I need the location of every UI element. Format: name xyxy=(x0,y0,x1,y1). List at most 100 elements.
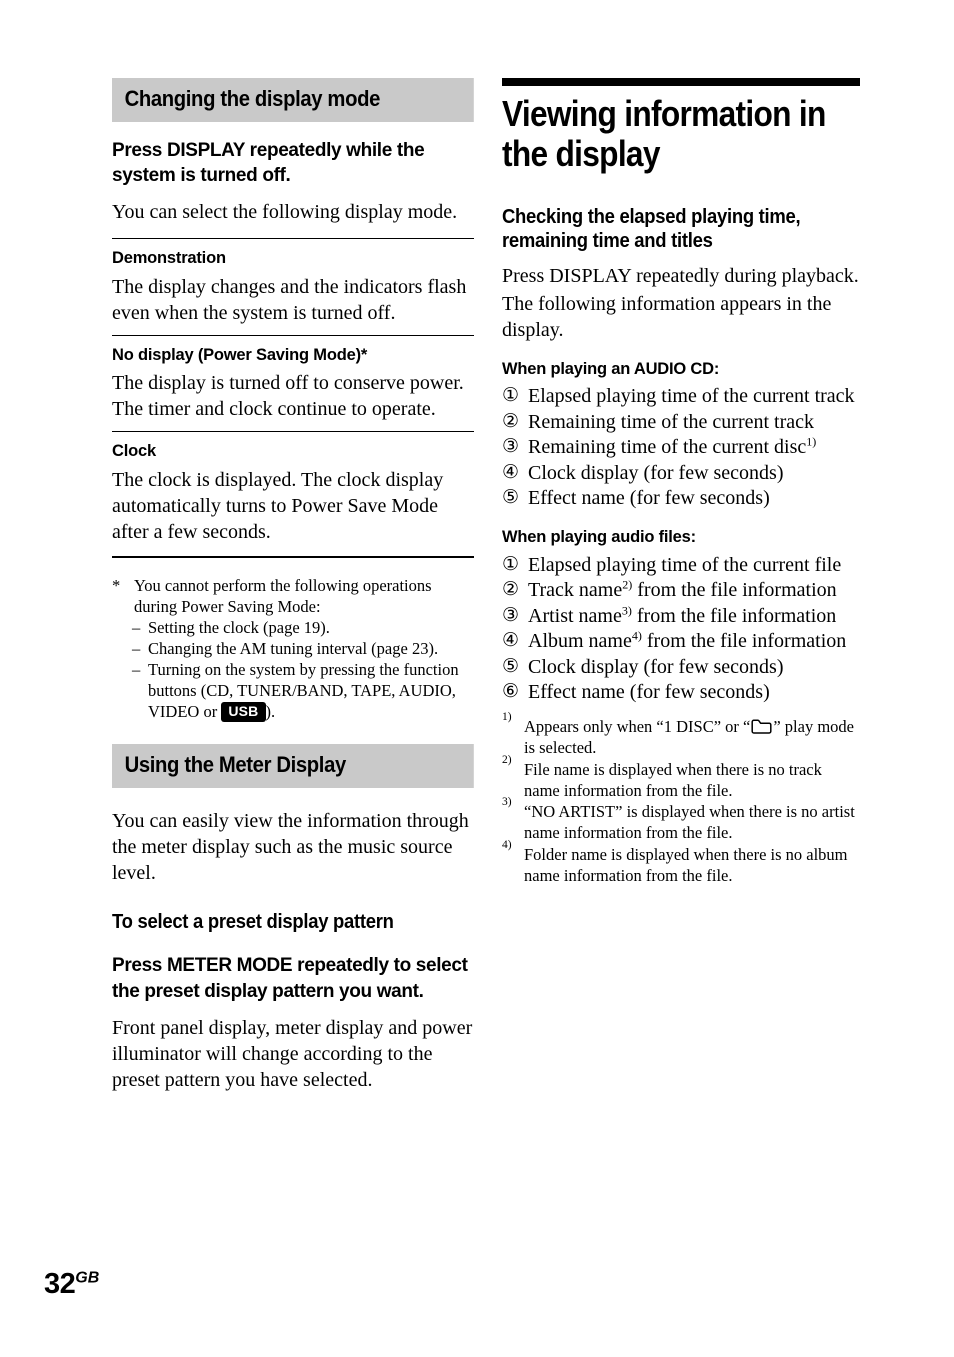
footnote: 3) “NO ARTIST” is displayed when there i… xyxy=(502,796,855,843)
circled-number: ③ xyxy=(502,435,520,458)
list-item-text: Track name xyxy=(528,579,623,602)
page-title: Viewing information in the display xyxy=(502,93,826,175)
mode-name-clock: Clock xyxy=(112,442,156,461)
instruction-press-meter-mode: Press METER MODE repeatedly to select th… xyxy=(112,955,468,1002)
section-header-changing-display-mode: Changing the display mode xyxy=(112,78,474,122)
list-item: ④ Album name4) from the file information xyxy=(502,629,860,653)
list-item-text: Artist name xyxy=(528,604,622,627)
title-rule xyxy=(502,78,860,86)
heading-when-playing-audio-cd: When playing an AUDIO CD: xyxy=(502,359,720,378)
list-item-text-after: from the file information xyxy=(631,604,837,627)
divider-rule xyxy=(112,334,474,336)
circled-number: ④ xyxy=(502,629,520,652)
list-item-text: Clock display (for few seconds) xyxy=(528,655,784,678)
footnote-item-text: Turning on the system by pressing the fu… xyxy=(148,660,459,721)
footnote-reference: 4) xyxy=(631,628,642,643)
divider-rule xyxy=(112,238,474,240)
footnote-item-text-after: ). xyxy=(265,701,276,721)
list-item-text: Effect name (for few seconds) xyxy=(528,487,770,509)
footnote-reference: 3) xyxy=(621,603,632,618)
footnote-item: – Setting the clock (page 19). xyxy=(112,618,474,639)
meter-section-body: You can easily view the information thro… xyxy=(112,809,469,884)
footnote-text: Folder name is displayed when there is n… xyxy=(524,845,848,885)
footnotes-block: 1) Appears only when “1 DISC” or “ ” pla… xyxy=(502,711,860,886)
footnote: 1) Appears only when “1 DISC” or “ ” pla… xyxy=(502,711,854,758)
manual-page: Changing the display mode Press DISPLAY … xyxy=(0,0,954,1357)
list-item: ⑤ Clock display (for few seconds) xyxy=(502,655,860,679)
footnote: 2) File name is displayed when there is … xyxy=(502,753,822,800)
circled-number: ① xyxy=(502,384,520,407)
circled-number: ⑤ xyxy=(502,486,520,508)
mode-description-demonstration: The display changes and the indicators f… xyxy=(112,275,467,324)
page-number: 32GB xyxy=(44,1268,99,1301)
instruction-press-display: Press DISPLAY repeatedly while the syste… xyxy=(112,139,425,186)
list-item: ① Elapsed playing time of the current tr… xyxy=(502,384,860,408)
page-region-suffix: GB xyxy=(75,1269,100,1287)
list-item: ② Remaining time of the current track xyxy=(502,410,860,434)
footnote: 4) Folder name is displayed when there i… xyxy=(502,839,848,885)
list-item: ⑤ Effect name (for few seconds) xyxy=(502,486,860,510)
footnote-text: File name is displayed when there is no … xyxy=(524,759,822,800)
list-item: ⑥ Effect name (for few seconds) xyxy=(502,680,860,704)
page-number-value: 32 xyxy=(44,1268,76,1300)
list-item-text: Remaining time of the current disc xyxy=(528,436,807,459)
circled-number: ⑤ xyxy=(502,654,520,677)
folder-icon xyxy=(751,719,772,735)
list-item-text-after: from the file information xyxy=(632,579,837,602)
right-column: Viewing information in the display Check… xyxy=(502,78,860,888)
section-header-label: Changing the display mode xyxy=(124,86,381,111)
list-item-text: Effect name (for few seconds) xyxy=(528,680,770,703)
footnote-power-saving: * You cannot perform the following opera… xyxy=(112,576,474,723)
mode-name-no-display: No display (Power Saving Mode)* xyxy=(112,345,368,364)
footnote-lead: * You cannot perform the following opera… xyxy=(112,576,474,618)
section-header-label: Using the Meter Display xyxy=(124,752,347,778)
circled-number: ② xyxy=(502,578,520,601)
list-item-text: Album name xyxy=(528,630,632,653)
usb-badge: USB xyxy=(221,701,266,723)
footnote-item-text: Changing the AM tuning interval (page 23… xyxy=(148,639,439,659)
intro-line-1: Press DISPLAY repeatedly during playback… xyxy=(502,264,859,287)
intro-line-2: The following information appears in the… xyxy=(502,292,832,341)
intro-paragraph: You can select the following display mod… xyxy=(112,201,458,224)
list-item: ③ Remaining time of the current disc1) xyxy=(502,435,860,459)
divider-rule xyxy=(112,431,474,433)
footnote-item-text: Setting the clock (page 19). xyxy=(148,618,330,638)
footnote-reference: 1) xyxy=(806,434,817,449)
footnote-item: – Changing the AM tuning interval (page … xyxy=(112,639,474,660)
divider-rule-thick xyxy=(112,555,474,558)
circled-number: ④ xyxy=(502,460,520,483)
circled-number: ③ xyxy=(502,603,520,626)
footnote-marker: * xyxy=(112,575,121,595)
audio-cd-list: ① Elapsed playing time of the current tr… xyxy=(502,384,860,510)
list-item-text: Remaining time of the current track xyxy=(528,410,815,433)
dash-marker: – xyxy=(132,639,141,659)
meter-section-description: Front panel display, meter display and p… xyxy=(112,1017,473,1091)
footnote-item-with-badge: – Turning on the system by pressing the … xyxy=(112,660,474,723)
list-item: ② Track name2) from the file information xyxy=(502,578,860,602)
footnote-text: “NO ARTIST” is displayed when there is n… xyxy=(524,802,855,843)
list-item: ③ Artist name3) from the file informatio… xyxy=(502,604,860,628)
heading-when-playing-audio-files: When playing audio files: xyxy=(502,528,696,547)
footnote-lead-text: You cannot perform the following operati… xyxy=(134,575,432,616)
footnote-text: Appears only when “1 DISC” or “ xyxy=(524,717,751,737)
mode-description-clock: The clock is displayed. The clock displa… xyxy=(112,468,444,543)
mode-name-demonstration: Demonstration xyxy=(112,249,226,268)
list-item-text-after: from the file information xyxy=(641,630,847,653)
subheading-preset-display-pattern: To select a preset display pattern xyxy=(112,909,394,933)
circled-number: ① xyxy=(502,553,520,576)
left-column: Changing the display mode Press DISPLAY … xyxy=(112,78,474,1106)
section-header-using-meter-display: Using the Meter Display xyxy=(112,744,474,788)
dash-marker: – xyxy=(132,618,141,638)
list-item-text: Clock display (for few seconds) xyxy=(528,461,784,484)
dash-marker: – xyxy=(132,660,141,680)
list-item: ① Elapsed playing time of the current fi… xyxy=(502,553,860,577)
list-item-text: Elapsed playing time of the current trac… xyxy=(528,385,855,408)
footnote-reference: 2) xyxy=(622,577,633,592)
subheading-checking-elapsed-time: Checking the elapsed playing time, remai… xyxy=(502,204,801,253)
mode-description-no-display: The display is turned off to conserve po… xyxy=(112,372,464,421)
list-item-text: Elapsed playing time of the current file xyxy=(528,554,842,577)
list-item: ④ Clock display (for few seconds) xyxy=(502,461,860,485)
circled-number: ⑥ xyxy=(502,679,520,702)
circled-number: ② xyxy=(502,409,520,432)
audio-files-list: ① Elapsed playing time of the current fi… xyxy=(502,553,860,704)
